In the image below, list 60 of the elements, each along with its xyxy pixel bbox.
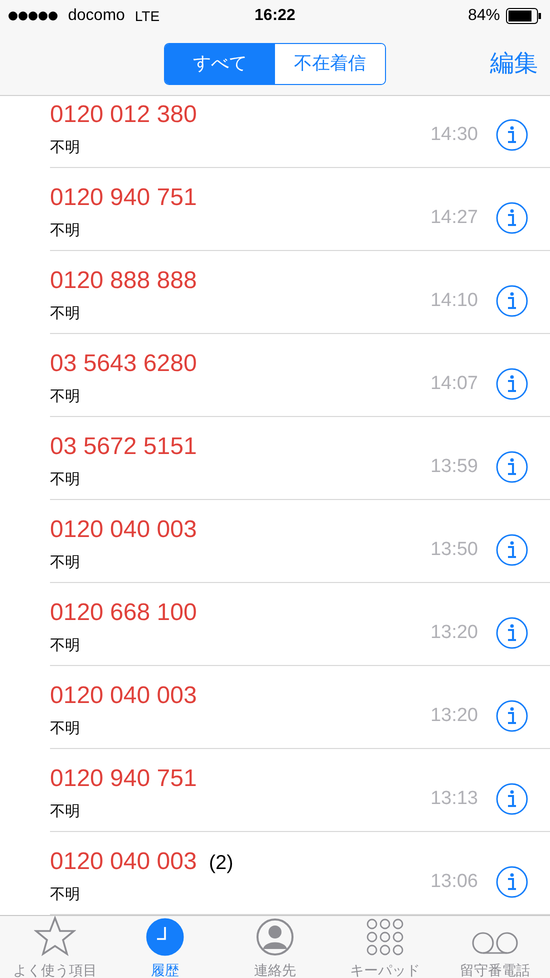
tab-bar-item[interactable]: よく使う項目 <box>0 916 110 978</box>
segment-tab[interactable]: すべて <box>165 44 275 84</box>
battery-icon <box>506 8 542 24</box>
caller-label: 不明 <box>50 138 81 158</box>
call-time: 13:59 <box>430 454 478 478</box>
caller-label: 不明 <box>50 220 81 240</box>
phone-number: 0120 940 751 <box>50 182 197 212</box>
phone-number: 0120 668 100 <box>50 598 197 628</box>
phone-number: 0120 040 003 <box>50 846 197 876</box>
caller-label: 不明 <box>50 552 81 572</box>
caller-label: 不明 <box>50 304 81 324</box>
tab-bar-item[interactable]: 留守番電話 <box>440 916 550 978</box>
network-type: LTE <box>134 6 160 26</box>
phone-number: 03 5672 5151 <box>50 432 197 462</box>
voicemail-icon <box>471 930 519 956</box>
info-icon[interactable] <box>496 119 528 151</box>
call-time: 14:07 <box>430 372 478 396</box>
battery-percent: 84% <box>468 6 500 26</box>
phone-number: 0120 888 888 <box>50 266 197 296</box>
info-icon[interactable] <box>496 368 528 400</box>
info-icon[interactable] <box>496 783 528 815</box>
signal-icon <box>8 11 58 21</box>
segment-tab[interactable]: 不在着信 <box>275 44 385 84</box>
info-icon[interactable] <box>496 700 528 732</box>
tab-bar-item[interactable]: 連絡先 <box>220 916 330 978</box>
caller-label: 不明 <box>50 884 81 904</box>
info-icon[interactable] <box>496 534 528 566</box>
info-icon[interactable] <box>496 451 528 483</box>
caller-label: 不明 <box>50 718 81 738</box>
phone-number: 0120 040 003 <box>50 680 197 710</box>
call-count: (2) <box>208 850 234 876</box>
call-time: 13:20 <box>430 620 478 644</box>
call-time: 14:27 <box>430 206 478 230</box>
clock-time: 16:22 <box>254 6 296 26</box>
call-time: 13:06 <box>430 870 478 894</box>
tab-bar-item[interactable]: 履歴 <box>110 916 220 978</box>
info-icon[interactable] <box>496 202 528 234</box>
keypad-icon <box>366 918 404 956</box>
call-time: 13:13 <box>430 786 478 810</box>
info-icon[interactable] <box>496 285 528 317</box>
call-time: 14:30 <box>430 122 478 146</box>
tab-bar-item[interactable]: キーパッド <box>330 916 440 978</box>
phone-number: 0120 940 751 <box>50 764 197 794</box>
caller-label: 不明 <box>50 470 81 490</box>
call-time: 13:20 <box>430 704 478 728</box>
phone-number: 0120 012 380 <box>50 100 197 130</box>
caller-label: 不明 <box>50 636 81 656</box>
call-time: 13:50 <box>430 538 478 562</box>
clock-icon <box>146 918 184 956</box>
info-icon[interactable] <box>496 617 528 649</box>
info-icon[interactable] <box>496 866 528 898</box>
star-icon <box>34 916 76 956</box>
caller-label: 不明 <box>50 802 81 822</box>
phone-number: 0120 040 003 <box>50 514 197 544</box>
call-time: 14:10 <box>430 288 478 312</box>
carrier-name: docomo <box>68 6 125 26</box>
phone-number: 03 5643 6280 <box>50 348 197 378</box>
caller-label: 不明 <box>50 386 81 406</box>
person-icon <box>256 918 294 956</box>
edit-button[interactable]: 編集 <box>490 46 538 82</box>
